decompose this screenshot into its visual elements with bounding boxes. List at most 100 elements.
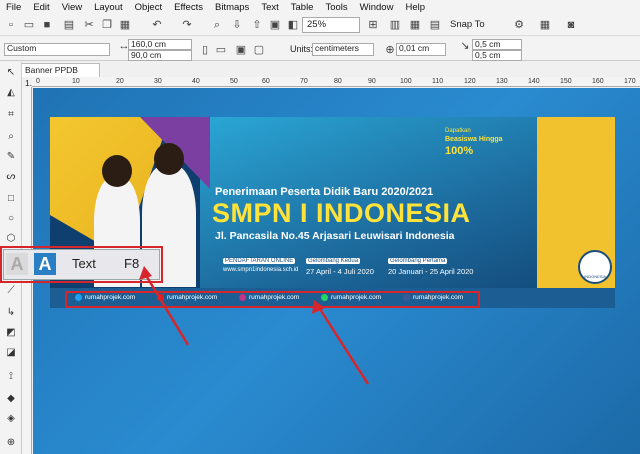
- grid-icon[interactable]: ▦: [408, 18, 422, 32]
- ruler-tick-label: 50: [230, 78, 238, 85]
- ruler-tick-label: 100: [400, 78, 412, 85]
- nudge-icon: ⊕: [385, 44, 395, 56]
- ruler-tick-label: 60: [262, 78, 270, 85]
- school-logo-text: I INDONESIA: [582, 274, 607, 279]
- portrait-icon[interactable]: ▯: [198, 43, 212, 57]
- snap-to-dropdown[interactable]: Snap To: [450, 17, 496, 33]
- full-screen-icon[interactable]: ⊞: [366, 18, 380, 32]
- open-folder-icon[interactable]: ▭: [22, 18, 36, 32]
- redo-icon[interactable]: ↷: [180, 18, 194, 32]
- freehand-tool-icon[interactable]: ✎: [4, 150, 18, 164]
- export-icon[interactable]: ⇧: [250, 18, 264, 32]
- duplicate-y-input[interactable]: 0,5 cm: [472, 50, 522, 61]
- app-launcher-icon[interactable]: ◧: [286, 18, 300, 32]
- polygon-tool-icon[interactable]: ⬡: [4, 232, 18, 246]
- ruler-tick-label: 20: [116, 78, 124, 85]
- promo-line2: Beasiswa Hingga: [445, 136, 503, 143]
- nudge-distance-input[interactable]: 0,01 cm: [396, 43, 446, 56]
- ruler-tick-label: 120: [464, 78, 476, 85]
- ruler-tick-label: 170: [624, 78, 636, 85]
- shape-tool-icon[interactable]: ◭: [4, 86, 18, 100]
- menu-bitmaps[interactable]: Bitmaps: [215, 2, 249, 13]
- online-registration-tag: PENDAFTARAN ONLINE: [223, 258, 296, 264]
- search-content-icon[interactable]: ⌕: [210, 18, 224, 32]
- wave1-tag: Gelombang Pertama: [388, 258, 448, 264]
- options-icon[interactable]: ⚙: [512, 18, 526, 32]
- menu-bar: File Edit View Layout Object Effects Bit…: [0, 0, 640, 14]
- promo-line3: 100%: [445, 145, 474, 157]
- connector-tool-icon[interactable]: ↳: [4, 306, 18, 320]
- ruler-tick-label: 140: [528, 78, 540, 85]
- ruler-tick-label: 30: [154, 78, 162, 85]
- online-registration-url: www.smpn1indonesia.sch.id: [223, 267, 299, 273]
- landscape-icon[interactable]: ▭: [214, 43, 228, 57]
- menu-tools[interactable]: Tools: [325, 2, 347, 13]
- all-pages-icon[interactable]: ▣: [234, 43, 248, 57]
- menu-text[interactable]: Text: [261, 2, 278, 13]
- promo-line1: Dapatkan: [445, 128, 471, 134]
- ruler-tick-label: 90: [368, 78, 376, 85]
- menu-file[interactable]: File: [6, 2, 21, 13]
- interactive-fill-icon[interactable]: ◆: [4, 392, 18, 406]
- drop-shadow-icon[interactable]: ◩: [4, 326, 18, 340]
- paste-icon[interactable]: ▦: [118, 18, 132, 32]
- eyedropper-icon[interactable]: ⟟: [4, 370, 18, 384]
- wave2-dates: 27 April - 4 Juli 2020: [306, 267, 374, 276]
- document-tab[interactable]: Banner PPDB 1.cdr: [20, 63, 100, 88]
- zoom-tool-icon[interactable]: ⌕: [4, 130, 18, 144]
- parallel-dimension-icon[interactable]: ⟋: [4, 284, 18, 298]
- zoom-level-select[interactable]: 25%: [302, 17, 360, 33]
- school-logo: I INDONESIA: [578, 250, 612, 284]
- page-width-input[interactable]: 160,0 cm: [128, 39, 192, 50]
- duplicate-x-input[interactable]: 0,5 cm: [472, 39, 522, 50]
- page-preset-select[interactable]: Custom: [4, 43, 110, 56]
- ellipse-tool-icon[interactable]: ○: [4, 212, 18, 226]
- artistic-media-icon[interactable]: ᔕ: [4, 170, 18, 184]
- ruler-tick-label: 70: [300, 78, 308, 85]
- ruler-tick-label: 80: [334, 78, 342, 85]
- wave1-dates: 20 Januari - 25 April 2020: [388, 267, 474, 276]
- ruler-tick-label: 10: [72, 78, 80, 85]
- ruler-tick-label: 160: [592, 78, 604, 85]
- social-highlight-box: [65, 291, 480, 308]
- ruler-tick-label: 110: [432, 78, 444, 85]
- wave2-tag: Gelombang Kedua: [306, 258, 361, 264]
- ruler-tick-label: 0: [36, 78, 40, 85]
- pick-tool-icon[interactable]: ↖: [4, 66, 18, 80]
- undo-icon[interactable]: ↶: [150, 18, 164, 32]
- units-select[interactable]: centimeters: [312, 43, 374, 56]
- menu-window[interactable]: Window: [360, 2, 394, 13]
- menu-view[interactable]: View: [62, 2, 82, 13]
- guidelines-icon[interactable]: ▤: [428, 18, 442, 32]
- print-icon[interactable]: ▤: [62, 18, 76, 32]
- banner-subtitle: Penerimaan Peserta Didik Baru 2020/2021: [215, 186, 434, 198]
- new-document-icon[interactable]: ▫: [4, 18, 18, 32]
- menu-table[interactable]: Table: [291, 2, 314, 13]
- menu-help[interactable]: Help: [405, 2, 425, 13]
- units-label: Units:: [290, 44, 314, 54]
- add-tool-icon[interactable]: ⊕: [4, 436, 18, 450]
- import-icon[interactable]: ⇩: [230, 18, 244, 32]
- rectangle-tool-icon[interactable]: □: [4, 192, 18, 206]
- welcome-icon[interactable]: ▦: [538, 18, 552, 32]
- ruler-tick-label: 150: [560, 78, 572, 85]
- rulers-icon[interactable]: ▥: [388, 18, 402, 32]
- banner-school-name: SMPN I INDONESIA: [212, 198, 471, 228]
- copy-icon[interactable]: ❐: [100, 18, 114, 32]
- page-height-input[interactable]: 90,0 cm: [128, 50, 192, 61]
- pdf-icon[interactable]: ▣: [268, 18, 282, 32]
- save-icon[interactable]: ■: [40, 18, 54, 32]
- horizontal-ruler: 0 10 20 30 40 50 60 70 80 90 100 110 120…: [32, 77, 640, 87]
- launch-icon[interactable]: ◙: [564, 18, 578, 32]
- menu-edit[interactable]: Edit: [33, 2, 49, 13]
- menu-layout[interactable]: Layout: [94, 2, 123, 13]
- menu-object[interactable]: Object: [135, 2, 162, 13]
- menu-effects[interactable]: Effects: [174, 2, 203, 13]
- duplicate-x-icon: ↘: [460, 40, 470, 52]
- cut-icon[interactable]: ✂: [82, 18, 96, 32]
- current-page-icon[interactable]: ▢: [252, 43, 266, 57]
- smart-fill-icon[interactable]: ◈: [4, 412, 18, 426]
- crop-tool-icon[interactable]: ⌗: [4, 108, 18, 122]
- transparency-tool-icon[interactable]: ◪: [4, 346, 18, 360]
- ruler-tick-label: 40: [192, 78, 200, 85]
